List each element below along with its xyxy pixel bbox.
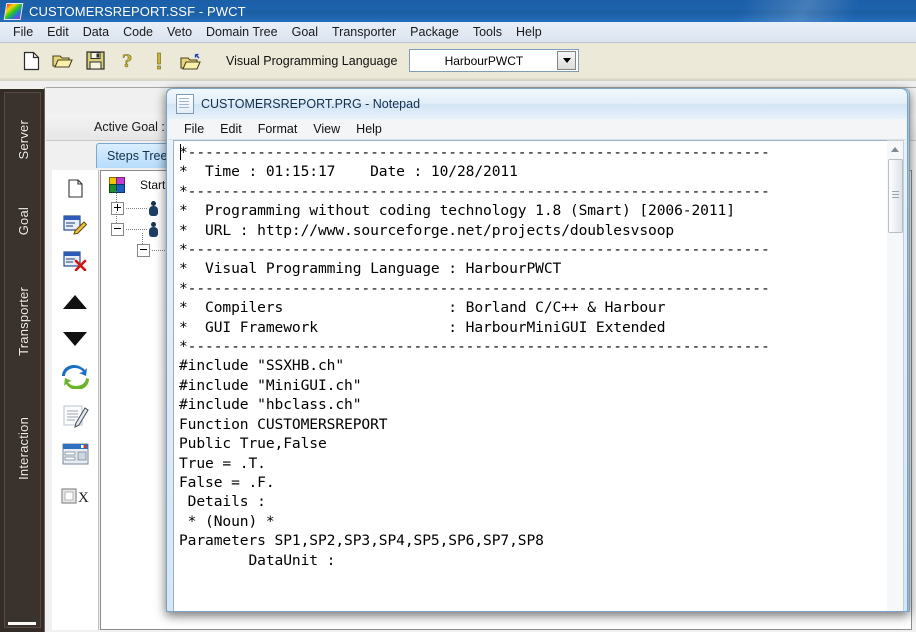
new-page-icon[interactable] xyxy=(61,174,89,202)
notepad-text-area[interactable]: *---------------------------------------… xyxy=(173,140,887,611)
notepad-document-icon xyxy=(176,94,194,114)
notepad-menu-help[interactable]: Help xyxy=(348,121,390,137)
notepad-vertical-scrollbar[interactable] xyxy=(887,140,904,611)
vertical-scroll-thumb[interactable] xyxy=(888,159,903,233)
sidebar-item-server[interactable]: Server xyxy=(5,101,42,179)
save-disk-icon[interactable] xyxy=(82,48,108,74)
checkbox-x-icon[interactable]: X xyxy=(61,482,89,510)
sidebar-item-label: Server xyxy=(16,120,31,160)
notepad-menubar: File Edit Format View Help xyxy=(168,119,906,140)
menu-transporter[interactable]: Transporter xyxy=(325,24,403,40)
menu-package[interactable]: Package xyxy=(403,24,466,40)
vertical-tab-rail-inner: Server Goal Transporter Interaction xyxy=(4,92,41,628)
menu-domain-tree[interactable]: Domain Tree xyxy=(199,24,285,40)
help-question-icon[interactable]: ? xyxy=(114,48,140,74)
notepad-menu-view[interactable]: View xyxy=(305,121,348,137)
export-folder-icon[interactable] xyxy=(178,48,204,74)
sidebar-item-label: Interaction xyxy=(16,416,31,480)
notepad-menu-edit[interactable]: Edit xyxy=(212,121,250,137)
vpl-combobox[interactable]: HarbourPWCT xyxy=(409,49,580,72)
sidebar-item-transporter[interactable]: Transporter xyxy=(5,261,42,381)
screen-root: CUSTOMERSREPORT.SSF - PWCT File Edit Dat… xyxy=(0,0,916,632)
tree-collapse-icon[interactable] xyxy=(111,223,124,236)
menu-veto[interactable]: Veto xyxy=(160,24,199,40)
vertical-tab-rail: Server Goal Transporter Interaction xyxy=(0,87,45,632)
steps-tool-strip: X xyxy=(52,170,99,630)
tree-expand-icon[interactable] xyxy=(111,202,124,215)
menu-tools[interactable]: Tools xyxy=(466,24,509,40)
pwct-menubar: File Edit Data Code Veto Domain Tree Goa… xyxy=(0,22,916,43)
sidebar-item-goal[interactable]: Goal xyxy=(5,189,42,253)
menu-edit[interactable]: Edit xyxy=(40,24,76,40)
notepad-menu-file[interactable]: File xyxy=(176,121,212,137)
menu-goal[interactable]: Goal xyxy=(285,24,325,40)
chevron-down-icon[interactable] xyxy=(557,51,577,70)
menu-file[interactable]: File xyxy=(6,24,40,40)
new-file-icon[interactable] xyxy=(18,48,44,74)
vpl-label: Visual Programming Language xyxy=(226,53,398,68)
pwct-toolbar: ? Visual Programming Language HarbourPWC… xyxy=(0,43,916,81)
person-icon xyxy=(148,201,159,216)
form-layout-icon[interactable] xyxy=(61,440,89,468)
colored-cubes-icon xyxy=(109,177,126,193)
run-exclamation-icon[interactable] xyxy=(146,48,172,74)
sidebar-item-label: Transporter xyxy=(16,286,31,356)
sidebar-item-interaction[interactable]: Interaction xyxy=(5,389,42,507)
notepad-menu-format[interactable]: Format xyxy=(250,121,306,137)
sidebar-item-label: Goal xyxy=(16,206,31,236)
rail-divider xyxy=(8,622,36,625)
notepad-text-content: *---------------------------------------… xyxy=(179,144,770,569)
svg-text:X: X xyxy=(78,490,89,505)
active-goal-label: Active Goal : xyxy=(94,120,165,134)
menu-data[interactable]: Data xyxy=(76,24,116,40)
menu-help[interactable]: Help xyxy=(509,24,549,40)
refresh-sync-icon[interactable] xyxy=(61,362,89,390)
svg-text:?: ? xyxy=(122,52,132,71)
scroll-up-arrow-icon[interactable] xyxy=(887,141,902,157)
notepad-titlebar[interactable]: CUSTOMERSREPORT.PRG - Notepad xyxy=(167,89,907,119)
move-down-icon[interactable] xyxy=(61,324,89,352)
move-up-icon[interactable] xyxy=(61,288,89,316)
pwct-titlebar: CUSTOMERSREPORT.SSF - PWCT xyxy=(0,0,916,22)
pwct-logo-icon xyxy=(3,2,24,20)
tree-collapse-icon[interactable] xyxy=(137,244,150,257)
note-pencil-icon[interactable] xyxy=(61,402,89,430)
person-icon xyxy=(148,222,159,237)
vpl-combo-value: HarbourPWCT xyxy=(444,53,524,68)
edit-record-icon[interactable] xyxy=(61,210,89,238)
tab-steps-tree-label: Steps Tree xyxy=(107,149,168,163)
tree-row[interactable] xyxy=(111,201,159,216)
menu-code[interactable]: Code xyxy=(116,24,160,40)
tree-row[interactable] xyxy=(111,222,159,237)
text-caret xyxy=(180,144,181,160)
delete-record-icon[interactable] xyxy=(61,246,89,274)
notepad-window[interactable]: CUSTOMERSREPORT.PRG - Notepad File Edit … xyxy=(166,88,908,612)
pwct-window-title: CUSTOMERSREPORT.SSF - PWCT xyxy=(29,3,246,19)
open-folder-icon[interactable] xyxy=(50,48,76,74)
notepad-window-title: CUSTOMERSREPORT.PRG - Notepad xyxy=(201,97,421,111)
